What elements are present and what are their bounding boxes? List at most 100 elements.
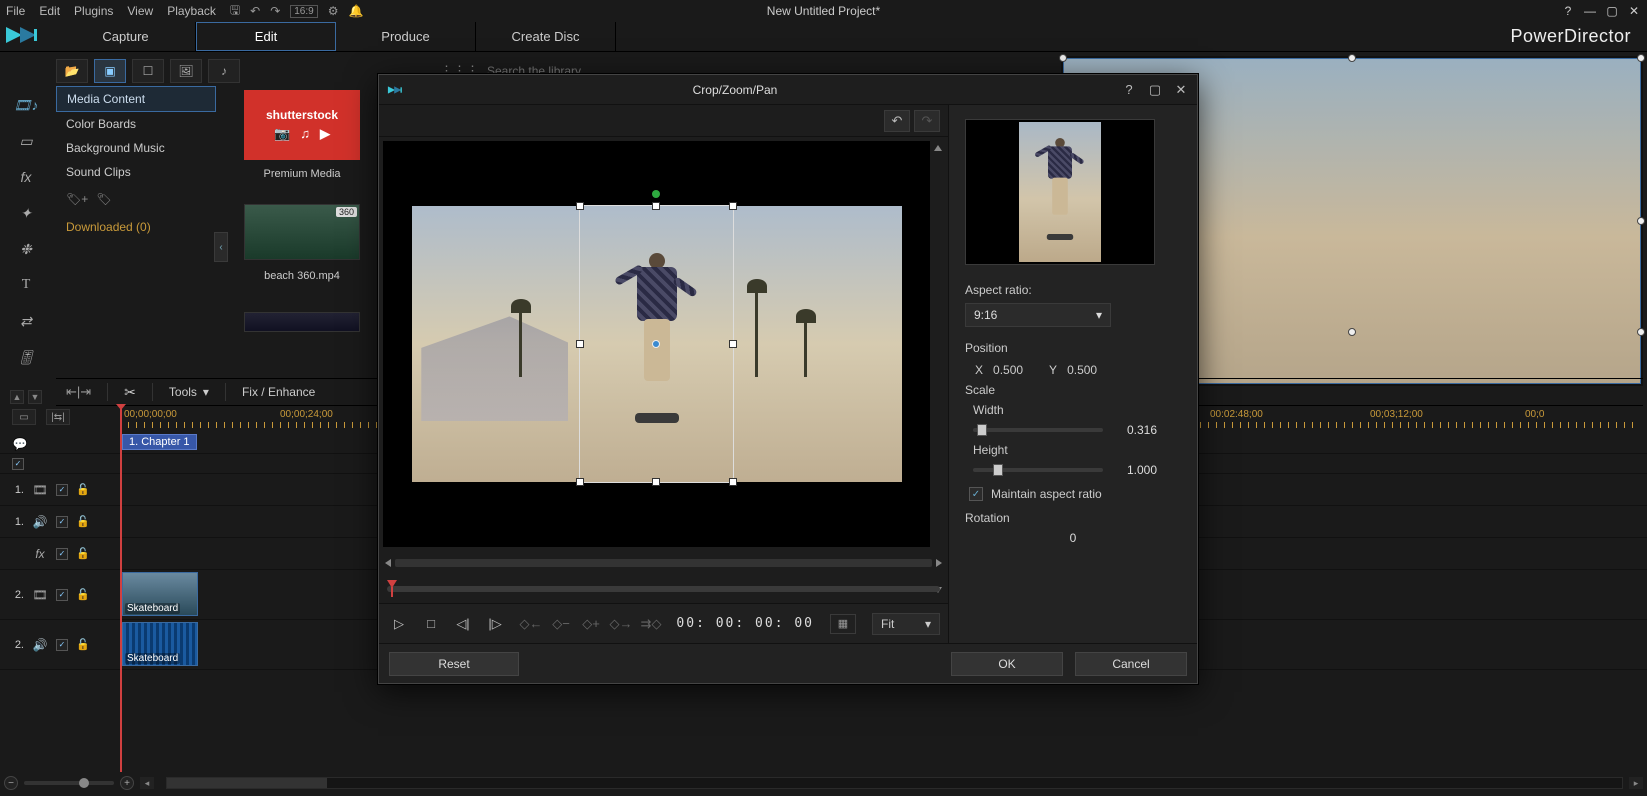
lock-icon[interactable]: 🔓	[76, 638, 90, 651]
settings-icon[interactable]: ⚙	[328, 4, 339, 18]
trim-in-icon[interactable]: ⇤|⇥	[66, 384, 91, 400]
cancel-button[interactable]: Cancel	[1075, 652, 1187, 676]
zoom-in-icon[interactable]: +	[120, 776, 134, 790]
crop-stage[interactable]	[383, 141, 930, 547]
crop-handle-tc[interactable]	[652, 202, 660, 210]
list-view-icon[interactable]: ☐	[132, 59, 164, 83]
help-icon[interactable]: ?	[1561, 4, 1575, 18]
preview-handle-tl[interactable]	[1059, 54, 1067, 62]
preview-handle-tc[interactable]	[1348, 54, 1356, 62]
room-transition-icon[interactable]: ⇄	[11, 308, 41, 334]
library-collapse-icon[interactable]: ‹	[214, 232, 228, 262]
scroll-right-icon[interactable]: ▸	[1629, 777, 1643, 789]
lock-icon[interactable]: 🔓	[76, 588, 90, 601]
notification-icon[interactable]: 🔔	[348, 4, 363, 18]
prev-frame-icon[interactable]: ◁|	[451, 613, 475, 635]
zoom-slider-handle[interactable]	[79, 778, 89, 788]
timeline-marker-icon[interactable]: ▭	[12, 409, 36, 425]
rotation-value[interactable]: 0	[965, 531, 1181, 545]
downloaded-link[interactable]: Downloaded (0)	[56, 214, 216, 240]
scroll-left-icon[interactable]: ◂	[140, 777, 154, 789]
crop-center-handle[interactable]	[652, 340, 660, 348]
room-particle-icon[interactable]: ❉	[11, 236, 41, 262]
clip-thumb-partial[interactable]	[244, 312, 360, 332]
fix-enhance-button[interactable]: Fix / Enhance	[242, 385, 315, 399]
height-value[interactable]: 1.000	[1113, 463, 1157, 477]
maximize-icon[interactable]: ▢	[1605, 4, 1619, 18]
rotate-handle[interactable]	[652, 190, 660, 198]
room-text-icon[interactable]: T	[11, 272, 41, 298]
crop-handle-tr[interactable]	[729, 202, 737, 210]
dialog-timecode[interactable]: 00: 00: 00: 00	[676, 616, 814, 631]
prev-keyframe-icon[interactable]: ◇←	[519, 614, 543, 634]
zoom-slider[interactable]	[24, 781, 114, 785]
tag-add-icon[interactable]: 🏷+	[66, 192, 88, 206]
ok-button[interactable]: OK	[951, 652, 1063, 676]
tab-create-disc[interactable]: Create Disc	[476, 22, 616, 51]
split-icon[interactable]: ✂	[124, 384, 136, 401]
maintain-aspect-checkbox[interactable]: ✓	[969, 487, 983, 501]
room-fx-icon[interactable]: fx	[11, 164, 41, 190]
track-visible-check[interactable]: ✓	[56, 639, 68, 651]
scrollbar-thumb[interactable]	[167, 778, 327, 788]
menu-view[interactable]: View	[127, 4, 153, 18]
timeline-clip-audio[interactable]: Skateboard	[122, 622, 198, 666]
undo-button[interactable]: ↶	[884, 110, 910, 132]
aspect-ratio-badge[interactable]: 16:9	[290, 5, 317, 18]
room-pip-icon[interactable]: ✦	[11, 200, 41, 226]
redo-icon[interactable]: ↷	[270, 4, 280, 18]
crop-handle-bc[interactable]	[652, 478, 660, 486]
height-slider-handle[interactable]	[993, 464, 1003, 476]
tab-edit[interactable]: Edit	[196, 22, 336, 51]
stop-icon[interactable]: □	[419, 613, 443, 635]
clip-thumb-beach[interactable]: 360	[244, 204, 360, 260]
room-media-icon[interactable]: 🎞♪	[11, 92, 41, 118]
track-visible-check[interactable]: ✓	[56, 589, 68, 601]
width-slider[interactable]	[973, 428, 1103, 432]
track-visible-check[interactable]: ✓	[12, 458, 24, 470]
pos-y-value[interactable]: 0.500	[1067, 363, 1097, 377]
menu-edit[interactable]: Edit	[39, 4, 60, 18]
crop-handle-bl[interactable]	[576, 478, 584, 486]
import-media-icon[interactable]: 📂	[56, 59, 88, 83]
stage-horizontal-scroll[interactable]	[395, 559, 932, 567]
preview-handle-bc[interactable]	[1348, 328, 1356, 336]
redo-button[interactable]: ↷	[914, 110, 940, 132]
dialog-help-icon[interactable]: ?	[1121, 82, 1137, 98]
next-keyframe-icon[interactable]: ◇→	[609, 614, 633, 634]
menu-playback[interactable]: Playback	[167, 4, 216, 18]
zoom-out-icon[interactable]: −	[4, 776, 18, 790]
tab-capture[interactable]: Capture	[56, 22, 196, 51]
save-icon[interactable]: 🖫	[230, 1, 240, 22]
crop-handle-br[interactable]	[729, 478, 737, 486]
pos-x-value[interactable]: 0.500	[993, 363, 1023, 377]
stage-vertical-scroll[interactable]	[932, 145, 944, 593]
timeline-snap-icon[interactable]: |⇆|	[46, 409, 70, 425]
undo-icon[interactable]: ↶	[250, 4, 260, 18]
height-slider[interactable]	[973, 468, 1103, 472]
playhead[interactable]	[120, 406, 122, 772]
room-title-icon[interactable]: ▭	[11, 128, 41, 154]
lock-icon[interactable]: 🔓	[76, 483, 90, 496]
lock-icon[interactable]: 🔓	[76, 547, 90, 560]
minimize-icon[interactable]: —	[1583, 4, 1597, 18]
audio-filter-icon[interactable]: ♪	[208, 59, 240, 83]
category-color-boards[interactable]: Color Boards	[56, 112, 216, 136]
menu-file[interactable]: File	[6, 4, 25, 18]
width-value[interactable]: 0.316	[1113, 423, 1157, 437]
keyframe-track[interactable]	[387, 586, 940, 592]
reset-button[interactable]: Reset	[389, 652, 519, 676]
next-frame-icon[interactable]: |▷	[483, 613, 507, 635]
stage-scroll-left-icon[interactable]	[385, 559, 391, 567]
crop-handle-tl[interactable]	[576, 202, 584, 210]
close-icon[interactable]: ✕	[1627, 4, 1641, 18]
track-visible-check[interactable]: ✓	[56, 516, 68, 528]
preview-handle-tr[interactable]	[1637, 54, 1645, 62]
crop-handle-mr[interactable]	[729, 340, 737, 348]
crop-handle-ml[interactable]	[576, 340, 584, 348]
room-audio-mix-icon[interactable]: 🎚	[11, 344, 41, 370]
category-media-content[interactable]: Media Content	[56, 86, 216, 112]
duplicate-keyframe-icon[interactable]: ⇉◇	[639, 614, 663, 634]
aspect-ratio-select[interactable]: 9:16 ▾	[965, 303, 1111, 327]
remove-keyframe-icon[interactable]: ◇−	[549, 614, 573, 634]
